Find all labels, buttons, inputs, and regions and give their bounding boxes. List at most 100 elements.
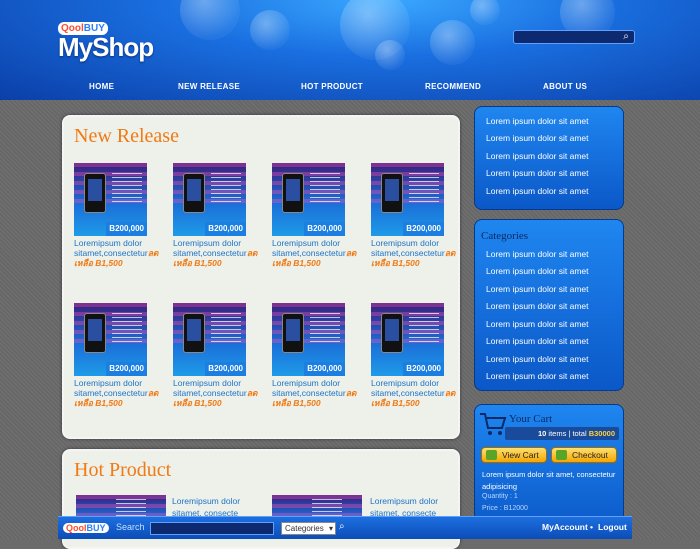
product-desc[interactable]: Loremipsum dolor sitamet,consecteturลดเห… <box>74 238 158 268</box>
product-card[interactable]: B200,000 Loremipsum dolor sitamet,consect… <box>371 163 455 268</box>
nav-new-release[interactable]: NEW RELEASE <box>178 82 240 91</box>
phone-graphic <box>183 173 205 213</box>
sidebar-link[interactable]: Lorem ipsum dolor sit amet <box>486 133 589 143</box>
category-select[interactable]: Categories <box>281 522 336 535</box>
main-nav: HOME NEW RELEASE HOT PRODUCT RECOMMEND A… <box>0 78 700 98</box>
category-item[interactable]: Lorem ipsum dolor sit amet <box>486 354 589 364</box>
logout-link[interactable]: Logout <box>598 522 627 532</box>
product-image[interactable]: B200,000 <box>173 303 246 376</box>
image-text-lines <box>409 173 439 203</box>
view-cart-button[interactable]: View Cart <box>481 447 547 463</box>
category-item[interactable]: Lorem ipsum dolor sit amet <box>486 249 589 259</box>
cart-title: Your Cart <box>509 413 553 425</box>
phone-graphic <box>282 173 304 213</box>
bottom-search-label: Search <box>116 522 145 532</box>
cart-item-desc: Lorem ipsum dolor sit amet, consectetur … <box>482 470 616 491</box>
product-image[interactable]: B200,000 <box>371 163 444 236</box>
image-text-lines <box>211 313 241 343</box>
category-item[interactable]: Lorem ipsum dolor sit amet <box>486 266 589 276</box>
price-tag: B200,000 <box>106 362 147 376</box>
product-card[interactable]: B200,000 Loremipsum dolor sitamet,consect… <box>272 163 356 268</box>
bottom-toolbar: QoolBUY Search Categories ⌕ MyAccount • … <box>58 516 632 539</box>
product-image[interactable]: B200,000 <box>74 303 147 376</box>
price-tag: B200,000 <box>304 362 345 376</box>
cart-summary: 10 items | total B30000 <box>505 427 619 440</box>
phone-graphic <box>282 313 304 353</box>
sale-price: B1,500 <box>194 258 222 268</box>
bottom-search-input[interactable] <box>150 522 274 535</box>
phone-graphic <box>183 313 205 353</box>
category-item[interactable]: Lorem ipsum dolor sit amet <box>486 371 589 381</box>
checkout-button[interactable]: Checkout <box>551 447 617 463</box>
product-card[interactable]: B200,000 Loremipsum dolor sitamet,consect… <box>371 303 455 408</box>
product-card[interactable]: B200,000 Loremipsum dolor sitamet,consect… <box>173 163 257 268</box>
product-image[interactable]: B200,000 <box>173 163 246 236</box>
bottom-logo[interactable]: QoolBUY <box>63 523 109 533</box>
sale-price: B1,500 <box>392 398 420 408</box>
product-desc[interactable]: Loremipsum dolor sitamet,consecteturลดเห… <box>272 238 356 268</box>
nav-home[interactable]: HOME <box>89 82 114 91</box>
product-image[interactable]: B200,000 <box>272 163 345 236</box>
cart-box: Your Cart 10 items | total B30000 View C… <box>474 404 624 534</box>
product-card[interactable]: B200,000 Loremipsum dolor sitamet,consect… <box>74 163 158 268</box>
image-text-lines <box>310 313 340 343</box>
price-tag: B200,000 <box>403 222 444 236</box>
phone-graphic <box>84 313 106 353</box>
category-item[interactable]: Lorem ipsum dolor sit amet <box>486 284 589 294</box>
cart-quantity: Quantity : 1 <box>482 493 518 500</box>
cart-price: Price : B12000 <box>482 505 528 512</box>
sale-price: B1,500 <box>293 258 321 268</box>
category-item[interactable]: Lorem ipsum dolor sit amet <box>486 336 589 346</box>
product-desc[interactable]: Loremipsum dolor sitamet,consecteturลดเห… <box>74 378 158 408</box>
product-image[interactable]: B200,000 <box>74 163 147 236</box>
product-card[interactable]: B200,000 Loremipsum dolor sitamet,consect… <box>74 303 158 408</box>
section-title: Hot Product <box>74 459 172 481</box>
price-tag: B200,000 <box>106 222 147 236</box>
product-card[interactable]: B200,000 Loremipsum dolor sitamet,consect… <box>173 303 257 408</box>
logo-text: MyShop <box>58 32 154 62</box>
sale-price: B1,500 <box>293 398 321 408</box>
shopping-cart-icon <box>480 413 507 435</box>
header: QoolBUY MyShop ⌕ HOME NEW RELEASE HOT PR… <box>0 0 700 100</box>
sale-price: B1,500 <box>95 258 123 268</box>
image-text-lines <box>310 173 340 203</box>
product-desc[interactable]: Loremipsum dolor sitamet,consecteturลดเห… <box>272 378 356 408</box>
category-item[interactable]: Lorem ipsum dolor sit amet <box>486 319 589 329</box>
sale-price: B1,500 <box>392 258 420 268</box>
header-search-input[interactable]: ⌕ <box>513 30 635 44</box>
image-text-lines <box>112 173 142 203</box>
categories-title: Categories <box>481 230 529 242</box>
product-card[interactable]: B200,000 Loremipsum dolor sitamet,consect… <box>272 303 356 408</box>
phone-graphic <box>381 173 403 213</box>
nav-recommend[interactable]: RECOMMEND <box>425 82 481 91</box>
phone-graphic <box>84 173 106 213</box>
sale-price: B1,500 <box>194 398 222 408</box>
cart-icon <box>486 450 497 460</box>
sale-price: B1,500 <box>95 398 123 408</box>
product-desc[interactable]: Loremipsum dolor sitamet,consecteturลดเห… <box>173 378 257 408</box>
image-text-lines <box>112 313 142 343</box>
image-text-lines <box>409 313 439 343</box>
section-title: New Release <box>74 125 179 147</box>
product-desc[interactable]: Loremipsum dolor sitamet,consecteturลดเห… <box>173 238 257 268</box>
price-tag: B200,000 <box>304 222 345 236</box>
product-desc[interactable]: Loremipsum dolor sitamet,consecteturลดเห… <box>371 378 455 408</box>
sidebar-link[interactable]: Lorem ipsum dolor sit amet <box>486 116 589 126</box>
search-icon[interactable]: ⌕ <box>339 521 345 532</box>
sidebar-link[interactable]: Lorem ipsum dolor sit amet <box>486 151 589 161</box>
product-image[interactable]: B200,000 <box>371 303 444 376</box>
my-account-link[interactable]: MyAccount <box>542 522 588 532</box>
sidebar-links-box: Lorem ipsum dolor sit amet Lorem ipsum d… <box>474 106 624 210</box>
sidebar-link[interactable]: Lorem ipsum dolor sit amet <box>486 186 589 196</box>
nav-hot-product[interactable]: HOT PRODUCT <box>301 82 363 91</box>
price-tag: B200,000 <box>403 362 444 376</box>
price-tag: B200,000 <box>205 222 246 236</box>
category-item[interactable]: Lorem ipsum dolor sit amet <box>486 301 589 311</box>
nav-about-us[interactable]: ABOUT US <box>543 82 587 91</box>
checkout-icon <box>556 450 567 460</box>
product-desc[interactable]: Loremipsum dolor sitamet,consecteturลดเห… <box>371 238 455 268</box>
price-tag: B200,000 <box>205 362 246 376</box>
search-icon[interactable]: ⌕ <box>620 31 632 43</box>
product-image[interactable]: B200,000 <box>272 303 345 376</box>
sidebar-link[interactable]: Lorem ipsum dolor sit amet <box>486 168 589 178</box>
